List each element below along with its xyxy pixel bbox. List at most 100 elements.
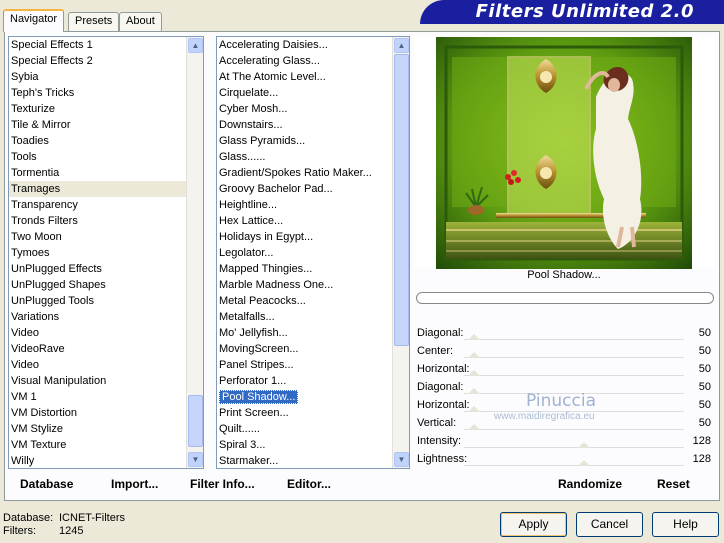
param-slider-marker[interactable]	[468, 352, 480, 358]
param-row[interactable]: Lightness: 128	[414, 450, 714, 468]
filter-item[interactable]: Accelerating Glass...	[217, 53, 392, 69]
param-slider-track[interactable]	[464, 429, 684, 430]
category-item[interactable]: Tools	[9, 149, 186, 165]
filter-list[interactable]: Accelerating Daisies... Accelerating Glas…	[216, 36, 410, 469]
category-item[interactable]: Teph's Tricks	[9, 85, 186, 101]
filter-item[interactable]: Heightline...	[217, 197, 392, 213]
filter-item[interactable]: Perforator 1...	[217, 373, 392, 389]
filter-item[interactable]: Accelerating Daisies...	[217, 37, 392, 53]
category-item[interactable]: Variations	[9, 309, 186, 325]
category-scrollbar[interactable]: ▲ ▼	[186, 37, 203, 468]
filter-item[interactable]: Groovy Bachelor Pad...	[217, 181, 392, 197]
param-slider-track[interactable]	[464, 357, 684, 358]
filter-item[interactable]: Cyber Mosh...	[217, 101, 392, 117]
scroll-down-icon[interactable]: ▼	[394, 452, 409, 467]
category-item[interactable]: Tormentia	[9, 165, 186, 181]
param-slider-marker[interactable]	[468, 406, 480, 412]
param-slider-marker[interactable]	[468, 334, 480, 340]
category-item[interactable]: UnPlugged Tools	[9, 293, 186, 309]
filter-item[interactable]: Mapped Thingies...	[217, 261, 392, 277]
category-item[interactable]: Video	[9, 325, 186, 341]
category-item[interactable]: Special Effects 2	[9, 53, 186, 69]
filter-item[interactable]: Metalfalls...	[217, 309, 392, 325]
filter-item[interactable]: Mo' Jellyfish...	[217, 325, 392, 341]
filter-item[interactable]: MovingScreen...	[217, 341, 392, 357]
randomize-button[interactable]: Randomize	[558, 477, 622, 491]
filter-item[interactable]: At The Atomic Level...	[217, 69, 392, 85]
item-label: UnPlugged Tools	[11, 295, 94, 307]
scroll-down-icon[interactable]: ▼	[188, 452, 203, 467]
filter-item[interactable]: Gradient/Spokes Ratio Maker...	[217, 165, 392, 181]
category-item[interactable]: VM 1	[9, 389, 186, 405]
scroll-up-icon[interactable]: ▲	[394, 38, 409, 53]
param-label: Horizontal:	[417, 363, 470, 375]
tab-about[interactable]: About	[119, 12, 162, 31]
param-row[interactable]: Center: 50	[414, 342, 714, 360]
category-item[interactable]: Willy	[9, 453, 186, 468]
category-item[interactable]: Toadies	[9, 133, 186, 149]
filter-scroll-thumb[interactable]	[394, 54, 409, 346]
param-slider-track[interactable]	[464, 447, 684, 448]
import-button[interactable]: Import...	[111, 477, 158, 491]
param-slider-track[interactable]	[464, 465, 684, 466]
filter-item[interactable]: Pool Shadow...	[217, 389, 392, 405]
category-list[interactable]: Special Effects 1 Special Effects 2 Sybia T…	[8, 36, 204, 469]
param-slider-marker[interactable]	[468, 424, 480, 430]
category-item[interactable]: Tronds Filters	[9, 213, 186, 229]
filter-item[interactable]: Spiral 3...	[217, 437, 392, 453]
category-scroll-thumb[interactable]	[188, 395, 203, 447]
category-item[interactable]: Sybia	[9, 69, 186, 85]
param-slider-track[interactable]	[464, 375, 684, 376]
filter-item[interactable]: Metal Peacocks...	[217, 293, 392, 309]
filter-item[interactable]: Quilt......	[217, 421, 392, 437]
category-item[interactable]: Visual Manipulation	[9, 373, 186, 389]
category-item[interactable]: VM Texture	[9, 437, 186, 453]
editor-button[interactable]: Editor...	[287, 477, 331, 491]
filter-item[interactable]: Hex Lattice...	[217, 213, 392, 229]
param-row[interactable]: Intensity: 128	[414, 432, 714, 450]
item-label: Metal Peacocks...	[219, 295, 306, 307]
filter-item[interactable]: Print Screen...	[217, 405, 392, 421]
param-row[interactable]: Horizontal: 50	[414, 360, 714, 378]
category-item[interactable]: Video	[9, 357, 186, 373]
category-item[interactable]: Transparency	[9, 197, 186, 213]
filter-item[interactable]: Panel Stripes...	[217, 357, 392, 373]
param-slider-marker[interactable]	[468, 388, 480, 394]
param-row[interactable]: Diagonal: 50	[414, 324, 714, 342]
category-item[interactable]: Special Effects 1	[9, 37, 186, 53]
filter-item[interactable]: Marble Madness One...	[217, 277, 392, 293]
category-item[interactable]: VideoRave	[9, 341, 186, 357]
category-item[interactable]: Tile & Mirror	[9, 117, 186, 133]
category-item[interactable]: UnPlugged Shapes	[9, 277, 186, 293]
apply-button[interactable]: Apply	[500, 512, 567, 537]
category-item[interactable]: UnPlugged Effects	[9, 261, 186, 277]
category-item[interactable]: Tymoes	[9, 245, 186, 261]
category-item[interactable]: Texturize	[9, 101, 186, 117]
category-item[interactable]: Tramages	[9, 181, 186, 197]
help-button[interactable]: Help	[652, 512, 719, 537]
reset-button[interactable]: Reset	[657, 477, 690, 491]
filter-item[interactable]: Legolator...	[217, 245, 392, 261]
tab-presets[interactable]: Presets	[68, 12, 120, 31]
param-slider-marker[interactable]	[578, 460, 590, 466]
filter-scrollbar[interactable]: ▲ ▼	[392, 37, 409, 468]
param-value: 50	[698, 345, 711, 357]
item-label: Tramages	[11, 183, 61, 195]
category-item[interactable]: VM Stylize	[9, 421, 186, 437]
filter-item[interactable]: Starmaker...	[217, 453, 392, 468]
category-item[interactable]: Two Moon	[9, 229, 186, 245]
scroll-up-icon[interactable]: ▲	[188, 38, 203, 53]
cancel-button[interactable]: Cancel	[576, 512, 643, 537]
filter-item[interactable]: Cirquelate...	[217, 85, 392, 101]
filter-info-button[interactable]: Filter Info...	[190, 477, 255, 491]
param-slider-marker[interactable]	[578, 442, 590, 448]
param-slider-marker[interactable]	[468, 370, 480, 376]
filter-item[interactable]: Holidays in Egypt...	[217, 229, 392, 245]
filter-item[interactable]: Downstairs...	[217, 117, 392, 133]
tab-navigator[interactable]: Navigator	[3, 9, 65, 32]
param-slider-track[interactable]	[464, 339, 684, 340]
filter-item[interactable]: Glass Pyramids...	[217, 133, 392, 149]
database-button[interactable]: Database	[20, 477, 73, 491]
filter-item[interactable]: Glass......	[217, 149, 392, 165]
category-item[interactable]: VM Distortion	[9, 405, 186, 421]
